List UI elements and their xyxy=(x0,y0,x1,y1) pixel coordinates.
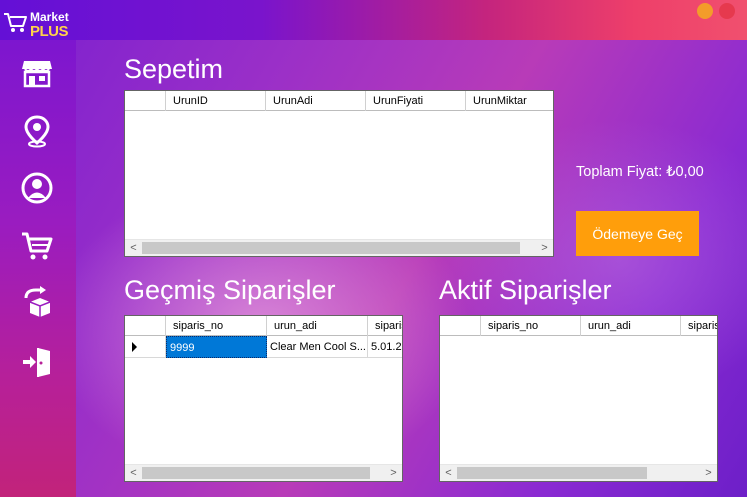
sidebar-item-location[interactable] xyxy=(20,114,54,148)
column-header-siparis[interactable]: siparis xyxy=(368,316,402,336)
title-bar: Market PLUS xyxy=(0,0,747,40)
column-header-siparis[interactable]: siparis xyxy=(681,316,717,336)
column-header-urunmiktar[interactable]: UrunMiktar xyxy=(466,91,553,111)
scroll-thumb[interactable] xyxy=(142,467,370,479)
cell-siparis-no[interactable]: 9999 xyxy=(166,336,267,358)
scroll-thumb[interactable] xyxy=(457,467,647,479)
active-orders-grid-header: siparis_no urun_adi siparis xyxy=(440,316,717,336)
column-header-urun-adi[interactable]: urun_adi xyxy=(581,316,681,336)
scroll-thumb[interactable] xyxy=(142,242,520,254)
cart-icon xyxy=(22,232,53,260)
past-orders-grid-header: siparis_no urun_adi siparis xyxy=(125,316,402,336)
user-icon xyxy=(21,172,53,204)
sidebar xyxy=(0,40,76,497)
store-icon xyxy=(22,61,52,88)
scroll-left-arrow[interactable]: < xyxy=(125,465,142,481)
active-orders-horizontal-scrollbar[interactable]: < > xyxy=(440,464,717,481)
row-header-corner xyxy=(125,91,166,111)
logout-door-icon xyxy=(23,348,50,377)
checkout-button[interactable]: Ödemeye Geç xyxy=(576,211,699,256)
scroll-right-arrow[interactable]: > xyxy=(385,465,402,481)
scroll-right-arrow[interactable]: > xyxy=(536,240,553,256)
cart-grid[interactable]: UrunID UrunAdi UrunFiyati UrunMiktar < > xyxy=(124,90,554,257)
logo-text-plus: PLUS xyxy=(30,23,69,40)
row-header-corner xyxy=(440,316,481,336)
scroll-right-arrow[interactable]: > xyxy=(700,465,717,481)
sidebar-item-profile[interactable] xyxy=(20,171,54,205)
column-header-siparis-no[interactable]: siparis_no xyxy=(166,316,267,336)
row-header-corner xyxy=(125,316,166,336)
sidebar-item-returns[interactable] xyxy=(20,286,54,320)
cell-siparis-tarihi[interactable]: 5.01.20 xyxy=(368,336,402,358)
past-orders-horizontal-scrollbar[interactable]: < > xyxy=(125,464,402,481)
scroll-left-arrow[interactable]: < xyxy=(440,465,457,481)
close-button[interactable] xyxy=(719,3,735,19)
location-pin-icon xyxy=(24,115,50,148)
cart-horizontal-scrollbar[interactable]: < > xyxy=(125,239,553,256)
total-price-label: Toplam Fiyat: ₺0,00 xyxy=(576,164,704,180)
app-logo: Market PLUS xyxy=(3,10,75,40)
sidebar-item-store[interactable] xyxy=(20,56,54,90)
column-header-urunid[interactable]: UrunID xyxy=(166,91,266,111)
past-orders-grid[interactable]: siparis_no urun_adi siparis 9999 Clear M… xyxy=(124,315,403,482)
cart-title: Sepetim xyxy=(124,54,224,84)
sidebar-item-cart[interactable] xyxy=(20,229,54,263)
past-orders-title: Geçmiş Siparişler xyxy=(124,275,336,305)
cell-urun-adi[interactable]: Clear Men Cool S... xyxy=(267,336,368,358)
cart-grid-header: UrunID UrunAdi UrunFiyati UrunMiktar xyxy=(125,91,553,111)
logo-text-market: Market xyxy=(30,10,69,24)
scroll-left-arrow[interactable]: < xyxy=(125,240,142,256)
column-header-siparis-no[interactable]: siparis_no xyxy=(481,316,581,336)
column-header-urunadi[interactable]: UrunAdi xyxy=(266,91,366,111)
minimize-button[interactable] xyxy=(697,3,713,19)
column-header-urun-adi[interactable]: urun_adi xyxy=(267,316,368,336)
table-row[interactable]: 9999 Clear Men Cool S... 5.01.20 xyxy=(125,336,402,358)
sidebar-item-logout[interactable] xyxy=(20,344,54,378)
return-box-icon xyxy=(24,286,51,317)
logo-cart-icon xyxy=(4,13,27,32)
column-header-urunfiyati[interactable]: UrunFiyati xyxy=(366,91,466,111)
active-orders-title: Aktif Siparişler xyxy=(439,275,612,305)
row-selector-arrow-icon[interactable] xyxy=(125,336,166,358)
active-orders-grid[interactable]: siparis_no urun_adi siparis < > xyxy=(439,315,718,482)
